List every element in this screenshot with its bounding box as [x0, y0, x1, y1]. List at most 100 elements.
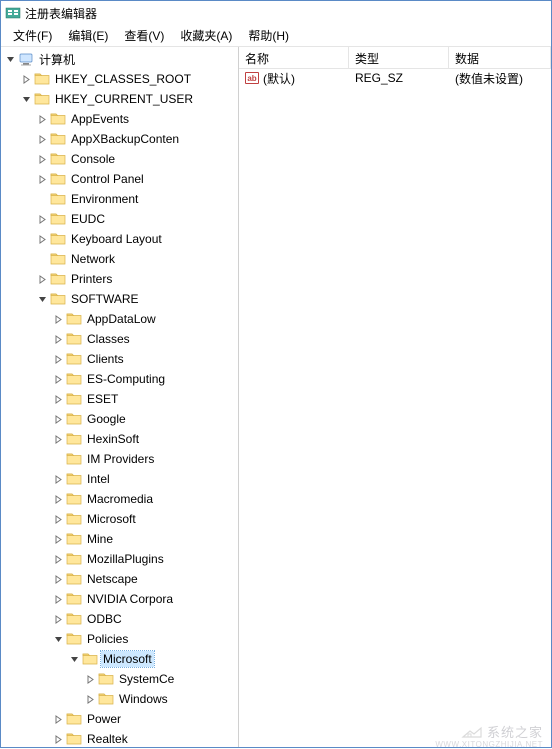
tree-node[interactable]: EUDC: [1, 209, 238, 229]
folder-icon: [34, 72, 50, 86]
menu-view[interactable]: 查看(V): [116, 25, 172, 46]
tree-node[interactable]: SystemCe: [1, 669, 238, 689]
expand-icon[interactable]: [51, 572, 65, 586]
expand-icon[interactable]: [51, 552, 65, 566]
tree-node[interactable]: NVIDIA Corpora: [1, 589, 238, 609]
tree-node[interactable]: Intel: [1, 469, 238, 489]
tree-node[interactable]: ESET: [1, 389, 238, 409]
menu-favorites[interactable]: 收藏夹(A): [172, 25, 240, 46]
col-data[interactable]: 数据: [449, 47, 551, 68]
tree-node[interactable]: Microsoft: [1, 509, 238, 529]
list-header: 名称 类型 数据: [239, 47, 551, 69]
expand-icon[interactable]: [35, 152, 49, 166]
list-body[interactable]: ab (默认) REG_SZ (数值未设置): [239, 69, 551, 747]
tree-node[interactable]: Realtek: [1, 729, 238, 747]
tree-node-label: MozillaPlugins: [85, 551, 166, 567]
folder-icon: [66, 552, 82, 566]
folder-icon: [66, 532, 82, 546]
tree-node-label: ES-Computing: [85, 371, 167, 387]
tree-panel: 计算机HKEY_CLASSES_ROOTHKEY_CURRENT_USER App…: [1, 47, 239, 747]
collapse-icon[interactable]: [35, 292, 49, 306]
menu-bar: 文件(F) 编辑(E) 查看(V) 收藏夹(A) 帮助(H): [1, 25, 551, 47]
tree-node[interactable]: Classes: [1, 329, 238, 349]
expand-icon[interactable]: [83, 692, 97, 706]
menu-file[interactable]: 文件(F): [5, 25, 60, 46]
menu-edit[interactable]: 编辑(E): [60, 25, 116, 46]
tree-node[interactable]: HexinSoft: [1, 429, 238, 449]
expand-icon[interactable]: [51, 592, 65, 606]
folder-icon: [50, 272, 66, 286]
folder-icon: [66, 732, 82, 746]
list-row[interactable]: ab (默认) REG_SZ (数值未设置): [239, 69, 551, 87]
tree-node[interactable]: Google: [1, 409, 238, 429]
tree-node-label: Power: [85, 711, 123, 727]
expand-icon[interactable]: [35, 272, 49, 286]
expand-icon[interactable]: [51, 352, 65, 366]
tree-node[interactable]: Control Panel: [1, 169, 238, 189]
tree-node[interactable]: Windows: [1, 689, 238, 709]
tree-node[interactable]: SOFTWARE: [1, 289, 238, 309]
collapse-icon[interactable]: [51, 632, 65, 646]
expand-icon[interactable]: [35, 172, 49, 186]
folder-icon: [50, 232, 66, 246]
tree-node[interactable]: Environment: [1, 189, 238, 209]
tree-node[interactable]: ES-Computing: [1, 369, 238, 389]
collapse-icon[interactable]: [3, 52, 17, 66]
collapse-icon[interactable]: [67, 652, 81, 666]
expand-icon[interactable]: [19, 72, 33, 86]
tree-node[interactable]: AppEvents: [1, 109, 238, 129]
tree-node[interactable]: MozillaPlugins: [1, 549, 238, 569]
col-name[interactable]: 名称: [239, 47, 349, 68]
tree-node-label: AppEvents: [69, 111, 131, 127]
tree-node[interactable]: Mine: [1, 529, 238, 549]
folder-icon: [50, 152, 66, 166]
expand-icon[interactable]: [35, 212, 49, 226]
expand-icon[interactable]: [51, 332, 65, 346]
tree-node-label: Console: [69, 151, 117, 167]
folder-icon: [50, 132, 66, 146]
expand-icon[interactable]: [51, 532, 65, 546]
folder-icon: [66, 392, 82, 406]
expand-icon[interactable]: [51, 472, 65, 486]
tree-node[interactable]: Power: [1, 709, 238, 729]
expand-icon[interactable]: [35, 112, 49, 126]
tree-node[interactable]: Clients: [1, 349, 238, 369]
tree-node[interactable]: Microsoft: [1, 649, 238, 669]
expand-icon[interactable]: [51, 412, 65, 426]
expand-icon[interactable]: [51, 312, 65, 326]
folder-icon: [66, 452, 82, 466]
tree-node[interactable]: Console: [1, 149, 238, 169]
col-type[interactable]: 类型: [349, 47, 449, 68]
tree-node[interactable]: HKEY_CURRENT_USER: [1, 89, 238, 109]
expand-icon[interactable]: [51, 432, 65, 446]
expand-icon[interactable]: [51, 512, 65, 526]
tree-node[interactable]: AppDataLow: [1, 309, 238, 329]
expand-icon[interactable]: [51, 732, 65, 746]
expand-icon[interactable]: [51, 392, 65, 406]
tree-node[interactable]: ODBC: [1, 609, 238, 629]
tree-node[interactable]: Policies: [1, 629, 238, 649]
tree-node[interactable]: Network: [1, 249, 238, 269]
tree-node[interactable]: 计算机: [1, 49, 238, 69]
tree-node[interactable]: AppXBackupConten: [1, 129, 238, 149]
expand-icon[interactable]: [51, 712, 65, 726]
tree-node[interactable]: Macromedia: [1, 489, 238, 509]
menu-help[interactable]: 帮助(H): [240, 25, 297, 46]
registry-tree[interactable]: 计算机HKEY_CLASSES_ROOTHKEY_CURRENT_USER App…: [1, 49, 238, 747]
tree-node[interactable]: IM Providers: [1, 449, 238, 469]
expand-icon[interactable]: [83, 672, 97, 686]
collapse-icon[interactable]: [19, 92, 33, 106]
expand-icon[interactable]: [51, 492, 65, 506]
tree-node-label: Policies: [85, 631, 130, 647]
tree-node[interactable]: HKEY_CLASSES_ROOT: [1, 69, 238, 89]
expand-icon[interactable]: [35, 232, 49, 246]
folder-icon: [66, 492, 82, 506]
tree-node-label: Microsoft: [101, 651, 154, 667]
expand-icon[interactable]: [51, 612, 65, 626]
tree-node[interactable]: Printers: [1, 269, 238, 289]
tree-node[interactable]: Keyboard Layout: [1, 229, 238, 249]
expand-icon[interactable]: [51, 372, 65, 386]
tree-node-label: Intel: [85, 471, 112, 487]
expand-icon[interactable]: [35, 132, 49, 146]
tree-node[interactable]: Netscape: [1, 569, 238, 589]
